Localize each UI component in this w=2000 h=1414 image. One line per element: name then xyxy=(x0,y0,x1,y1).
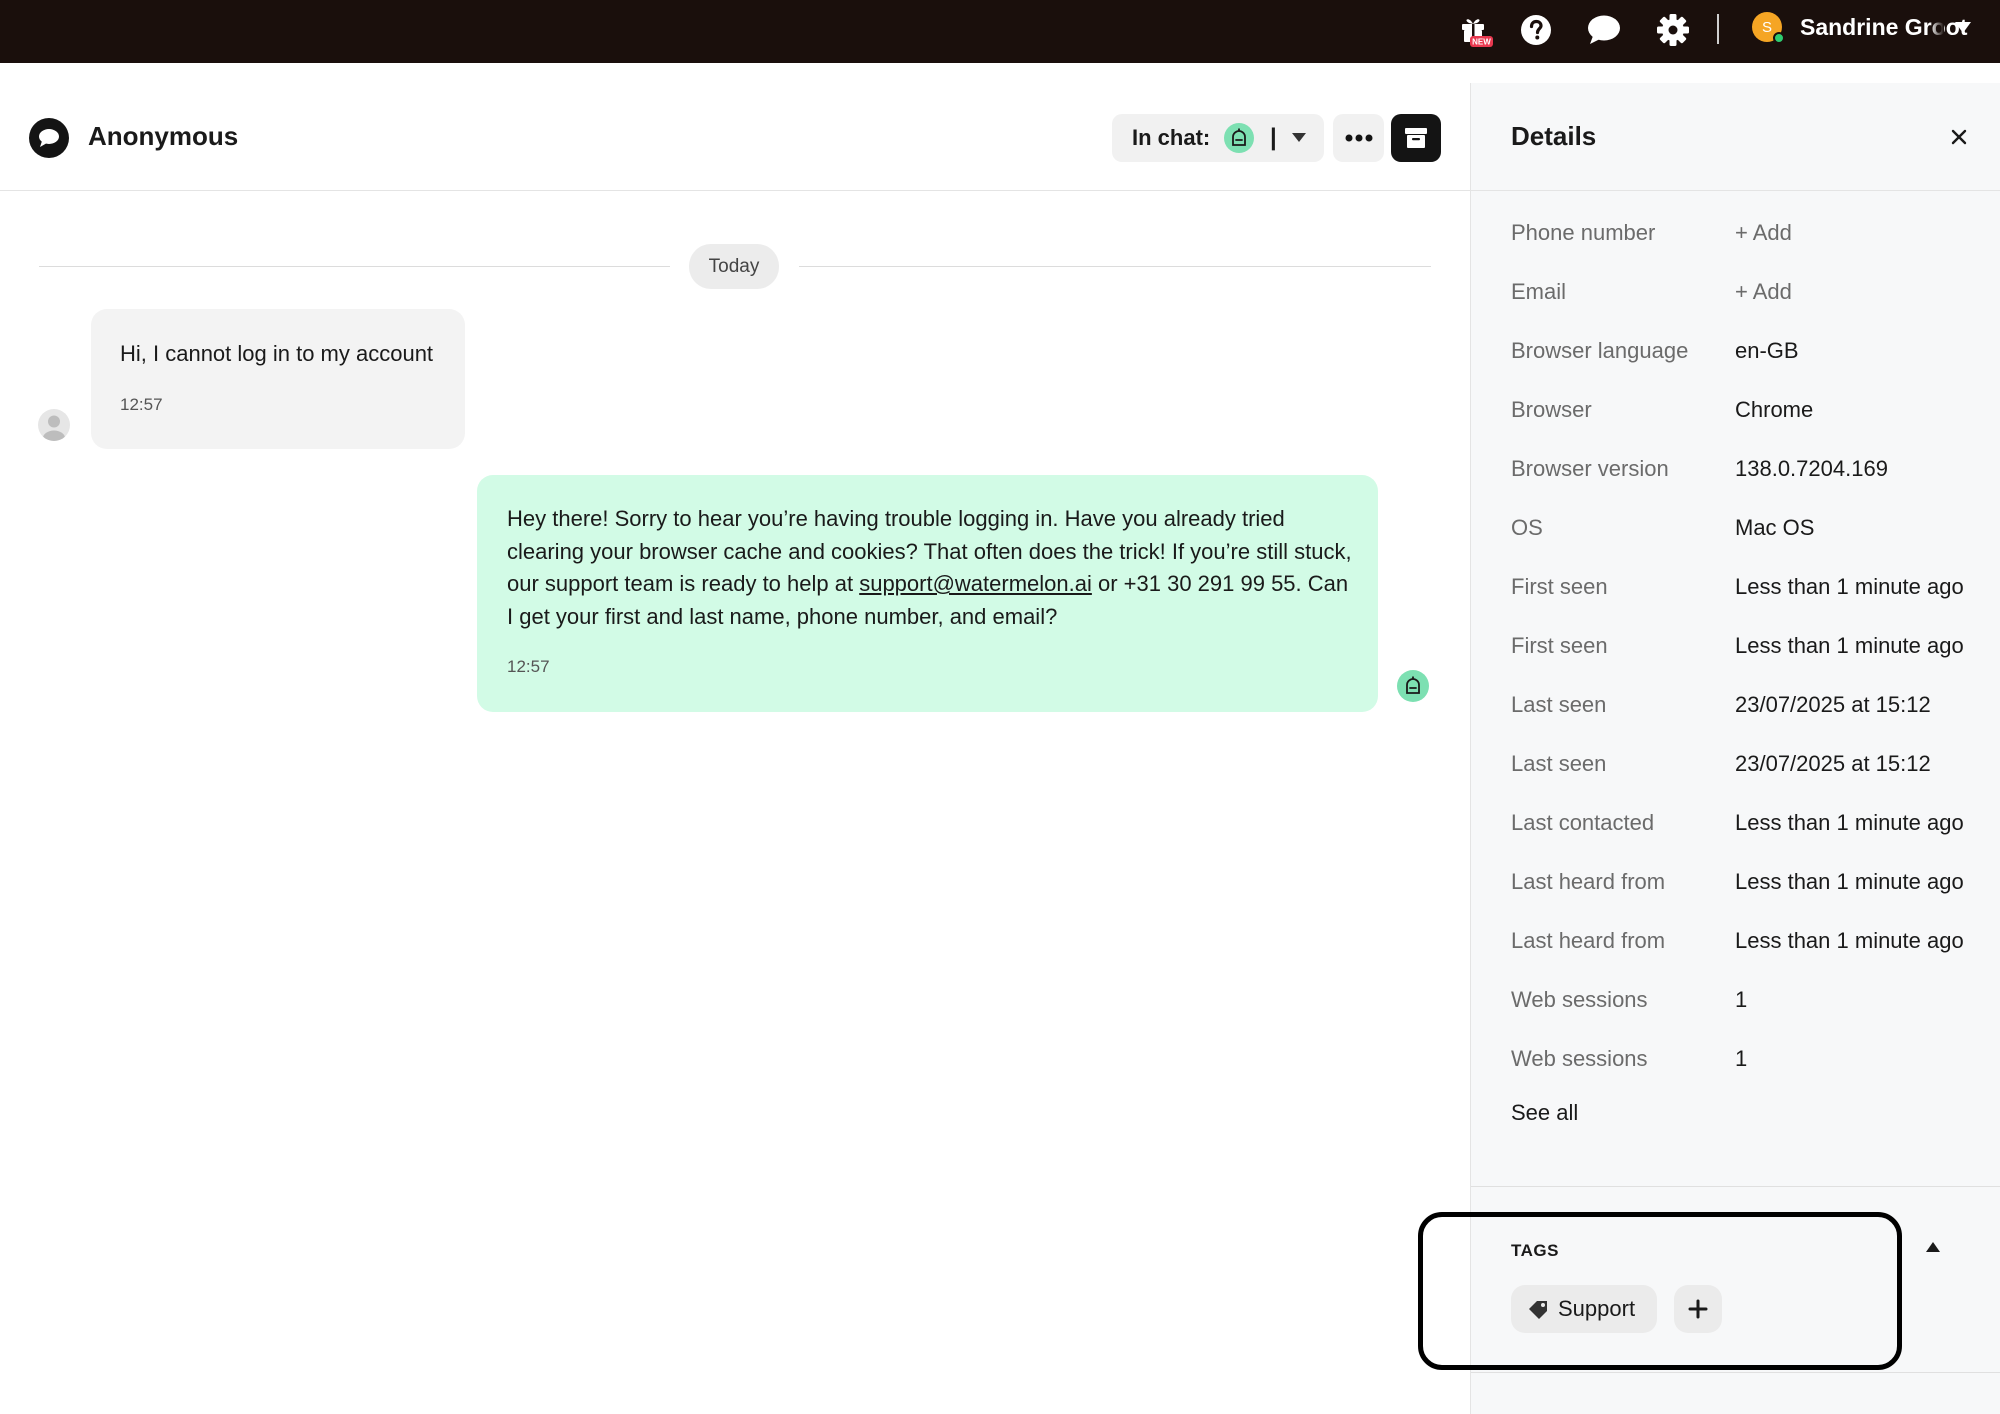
detail-label: Browser version xyxy=(1511,456,1669,481)
detail-value: 23/07/2025 at 15:12 xyxy=(1735,692,1931,717)
detail-value: Less than 1 minute ago xyxy=(1735,869,1964,894)
in-chat-label: In chat: xyxy=(1132,125,1211,150)
chat-header: Anonymous In chat: | xyxy=(0,83,1470,191)
archive-button[interactable] xyxy=(1391,114,1441,162)
more-options-button[interactable] xyxy=(1333,114,1384,162)
detail-value: Mac OS xyxy=(1735,515,1815,540)
detail-row-last-contacted: Last contacted Less than 1 minute ago xyxy=(1511,810,1981,844)
tag-icon xyxy=(1529,1301,1547,1319)
detail-label: Browser language xyxy=(1511,338,1689,363)
add-tag-button[interactable] xyxy=(1674,1285,1722,1333)
top-bar: NEW S Sandrine Groot xyxy=(0,0,2000,63)
detail-label: Last seen xyxy=(1511,751,1607,776)
date-divider: Today xyxy=(689,244,779,289)
user-name[interactable]: Sandrine Groot xyxy=(1800,14,1972,46)
plus-icon xyxy=(1688,1299,1708,1319)
detail-row-last-seen: Last seen 23/07/2025 at 15:12 xyxy=(1511,751,1981,785)
topbar-divider xyxy=(1717,14,1719,44)
chat-bubble-icon xyxy=(29,118,69,158)
date-divider-line xyxy=(39,266,670,267)
detail-label: Web sessions xyxy=(1511,987,1648,1012)
close-icon[interactable] xyxy=(1945,123,1973,151)
detail-value: en-GB xyxy=(1735,338,1799,363)
section-divider xyxy=(1471,1372,2000,1373)
detail-row-web-sessions: Web sessions 1 xyxy=(1511,1046,1981,1080)
details-header: Details xyxy=(1471,83,2000,191)
in-chat-selector[interactable]: In chat: | xyxy=(1112,114,1324,162)
section-divider xyxy=(1471,1186,2000,1187)
detail-label: Email xyxy=(1511,279,1567,304)
bot-avatar-icon xyxy=(1397,670,1429,702)
message-text: Hey there! Sorry to hear you’re having t… xyxy=(507,503,1357,633)
detail-label: First seen xyxy=(1511,633,1608,658)
detail-row-web-sessions: Web sessions 1 xyxy=(1511,987,1981,1021)
visitor-avatar-icon xyxy=(38,409,70,441)
detail-row-first-seen: First seen Less than 1 minute ago xyxy=(1511,574,1981,608)
gear-icon[interactable] xyxy=(1655,12,1691,48)
avatar-initial: S xyxy=(1761,18,1772,36)
detail-value: 138.0.7204.169 xyxy=(1735,456,1888,481)
chat-icon[interactable] xyxy=(1586,12,1622,48)
detail-label: Last contacted xyxy=(1511,810,1655,835)
message-text: Hi, I cannot log in to my account xyxy=(120,341,434,366)
user-avatar[interactable]: S xyxy=(1752,12,1785,44)
detail-row-phone-number: Phone number + Add xyxy=(1511,220,1981,254)
conversation-title: Anonymous xyxy=(88,121,239,151)
gift-icon[interactable]: NEW xyxy=(1457,12,1493,48)
see-all-link[interactable]: See all xyxy=(1511,1100,1578,1126)
detail-label: Web sessions xyxy=(1511,1046,1648,1071)
detail-label: Last heard from xyxy=(1511,869,1666,894)
detail-label: Browser xyxy=(1511,397,1592,422)
in-chat-separator: | xyxy=(1270,124,1277,151)
message-time: 12:57 xyxy=(120,395,163,414)
detail-row-first-seen: First seen Less than 1 minute ago xyxy=(1511,633,1981,667)
support-email-link[interactable]: support@watermelon.ai xyxy=(859,571,1092,596)
detail-row-email: Email + Add xyxy=(1511,279,1981,313)
chevron-down-icon[interactable] xyxy=(1292,133,1306,142)
detail-row-browser: Browser Chrome xyxy=(1511,397,1981,431)
detail-value: Less than 1 minute ago xyxy=(1735,574,1964,599)
detail-row-last-heard-from: Last heard from Less than 1 minute ago xyxy=(1511,869,1981,903)
add-email-button[interactable]: + Add xyxy=(1735,279,1965,305)
message-time: 12:57 xyxy=(507,657,550,676)
outgoing-message: Hey there! Sorry to hear you’re having t… xyxy=(477,475,1378,712)
detail-row-browser-language: Browser language en-GB xyxy=(1511,338,1981,372)
detail-value: Less than 1 minute ago xyxy=(1735,633,1964,658)
help-icon[interactable] xyxy=(1518,12,1554,48)
detail-value: 23/07/2025 at 15:12 xyxy=(1735,751,1931,776)
archive-icon xyxy=(1405,128,1427,148)
details-panel: Details Phone number + Add Email + Add B… xyxy=(1470,83,2000,1414)
detail-label: First seen xyxy=(1511,574,1608,599)
tag-chip[interactable]: Support xyxy=(1511,1285,1657,1333)
detail-label: Phone number xyxy=(1511,220,1656,245)
detail-value: Less than 1 minute ago xyxy=(1735,810,1964,835)
detail-label: Last seen xyxy=(1511,692,1607,717)
details-title: Details xyxy=(1511,121,1597,151)
tag-label: Support xyxy=(1558,1296,1636,1321)
detail-value: 1 xyxy=(1735,987,1748,1012)
date-divider-line xyxy=(799,266,1431,267)
detail-row-last-seen: Last seen 23/07/2025 at 15:12 xyxy=(1511,692,1981,726)
detail-value: Less than 1 minute ago xyxy=(1735,928,1964,953)
more-horizontal-icon xyxy=(1345,134,1372,142)
online-status-dot xyxy=(1773,32,1785,44)
detail-value: Chrome xyxy=(1735,397,1814,422)
detail-label: OS xyxy=(1511,515,1543,540)
detail-label: Last heard from xyxy=(1511,928,1666,953)
detail-row-browser-version: Browser version 138.0.7204.169 xyxy=(1511,456,1981,490)
detail-value: 1 xyxy=(1735,1046,1748,1071)
bot-icon xyxy=(1224,123,1254,153)
detail-row-last-heard-from: Last heard from Less than 1 minute ago xyxy=(1511,928,1981,962)
tags-section-title: TAGS xyxy=(1511,1241,1559,1260)
detail-row-os: OS Mac OS xyxy=(1511,515,1981,549)
incoming-message: Hi, I cannot log in to my account 12:57 xyxy=(91,309,465,449)
chevron-up-icon[interactable] xyxy=(1926,1242,1940,1252)
add-phone-button[interactable]: + Add xyxy=(1735,220,1965,246)
new-badge: NEW xyxy=(1472,38,1491,47)
chevron-down-icon[interactable] xyxy=(1955,22,1971,33)
